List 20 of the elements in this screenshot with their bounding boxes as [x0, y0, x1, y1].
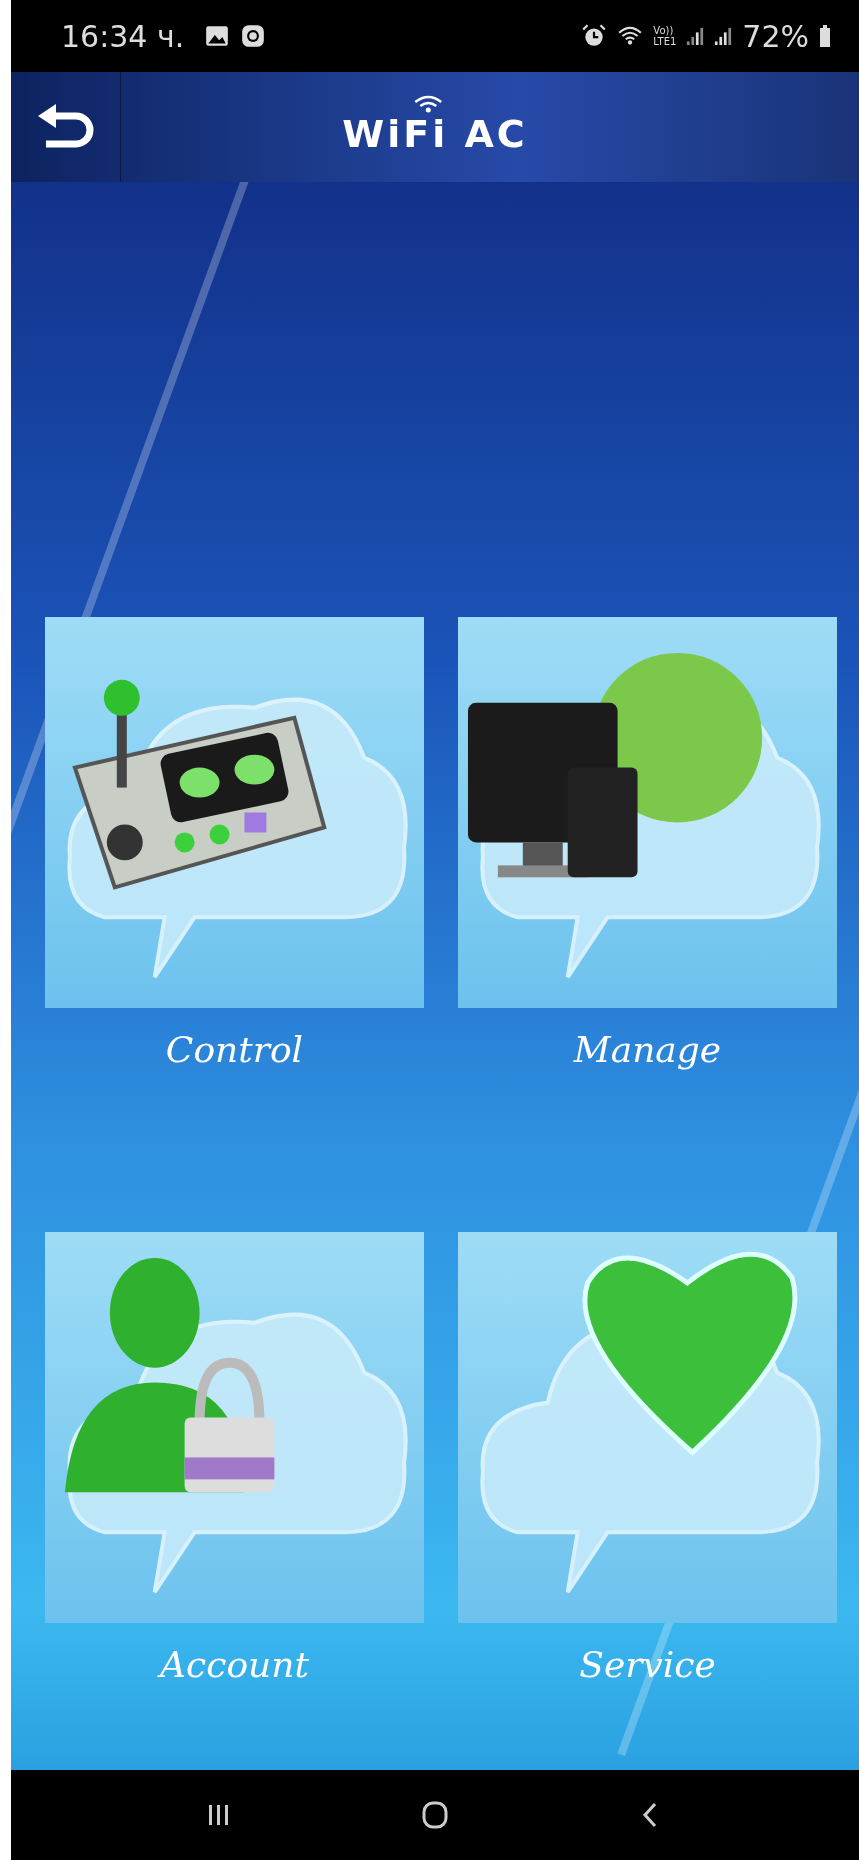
menu-tile[interactable]: [45, 617, 424, 1008]
menu-tile[interactable]: [458, 617, 837, 1008]
camera-icon: [240, 23, 267, 49]
volte-label: Vo)): [653, 25, 675, 36]
battery-percent: 72%: [742, 18, 809, 54]
battery-icon: [819, 24, 831, 48]
tile-label: Service: [579, 1643, 716, 1687]
tile-label: Control: [165, 1028, 304, 1072]
home-icon[interactable]: [420, 1800, 450, 1830]
status-time: 16:34 ч.: [61, 18, 185, 54]
alarm-icon: [581, 23, 608, 49]
wifi-logo-icon: [413, 94, 443, 114]
menu-tile[interactable]: [45, 1232, 424, 1623]
menu-tile[interactable]: [458, 1232, 837, 1623]
signal-icon: [686, 25, 705, 47]
signal-icon: [714, 25, 733, 47]
app-title: WiFi AC: [342, 114, 528, 154]
image-icon: [204, 23, 231, 49]
lte-label: LTE1: [653, 36, 677, 47]
tile-label: Manage: [573, 1028, 722, 1072]
